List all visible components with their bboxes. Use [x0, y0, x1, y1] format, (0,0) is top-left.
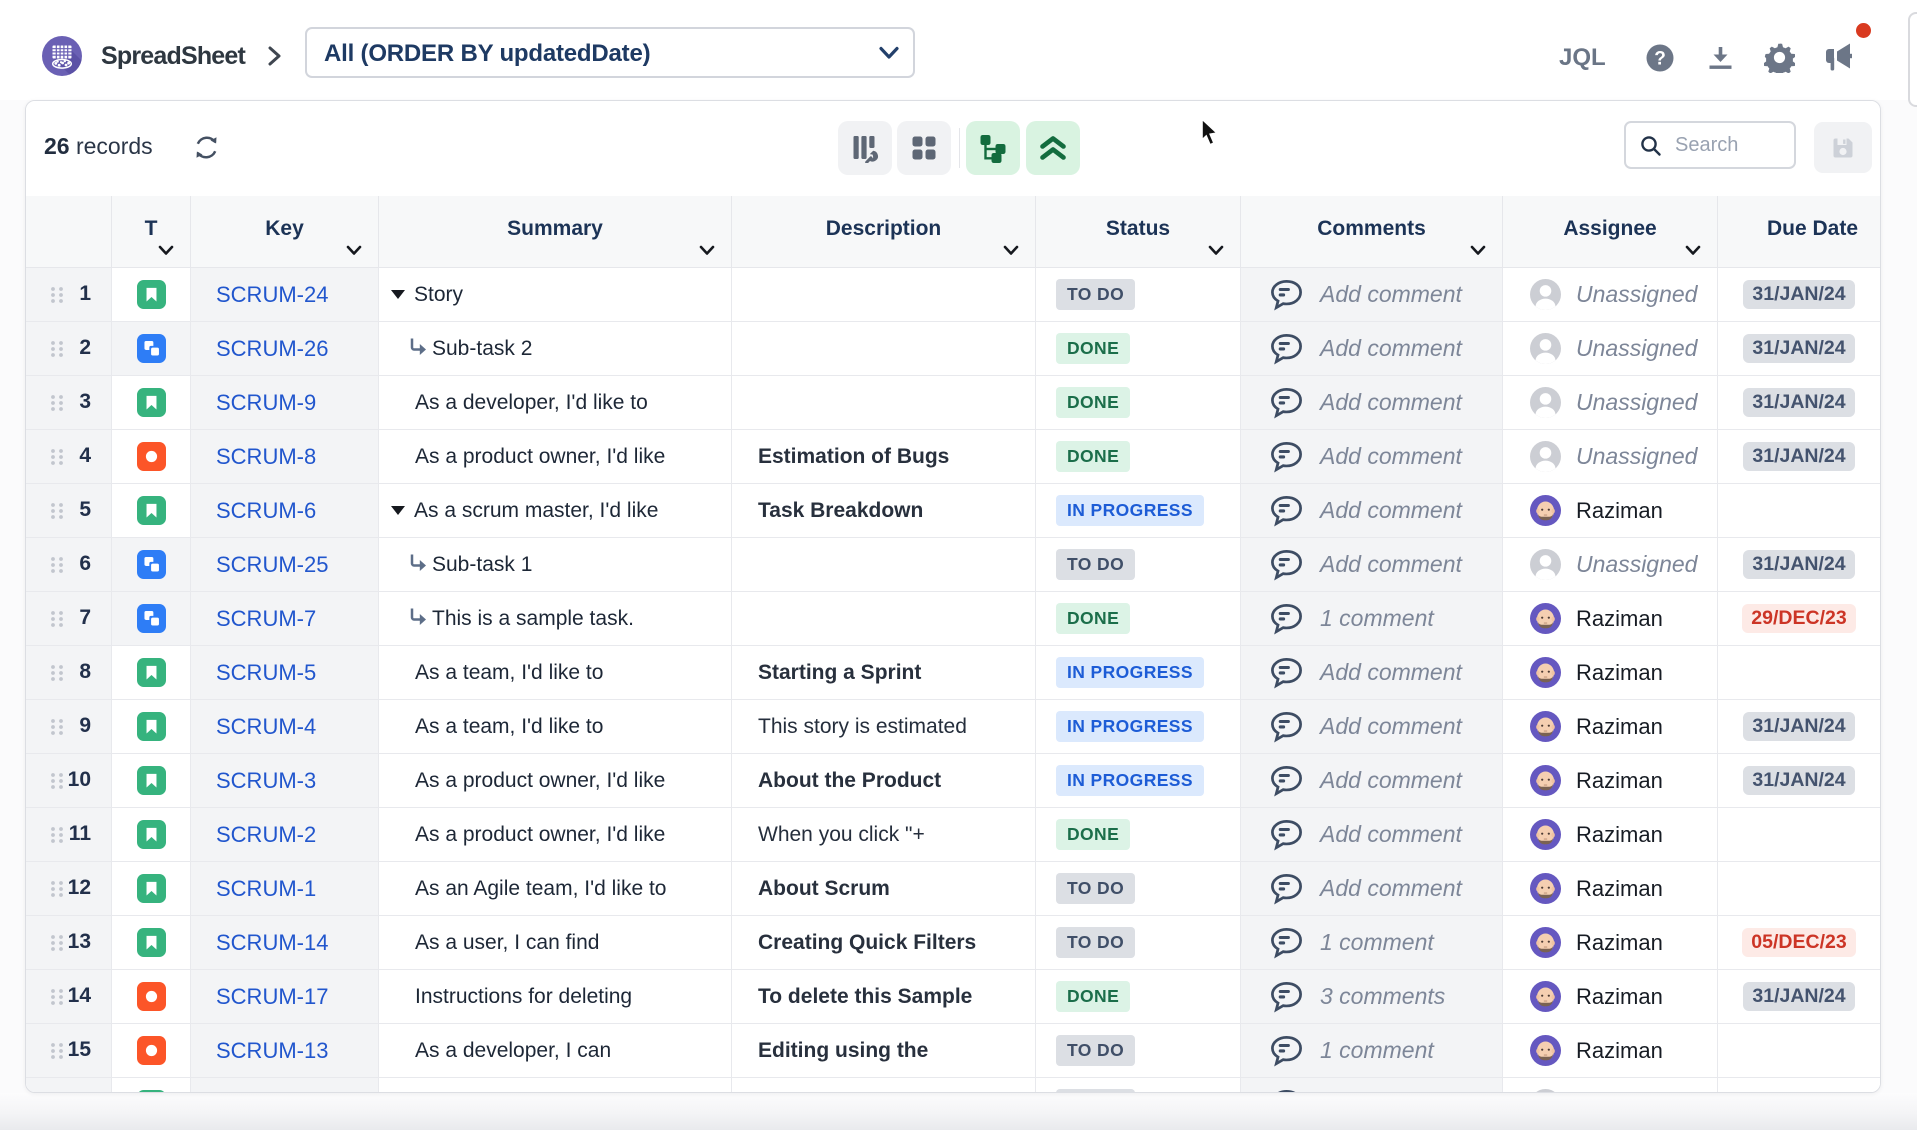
svg-text:?: ? — [1654, 49, 1666, 70]
